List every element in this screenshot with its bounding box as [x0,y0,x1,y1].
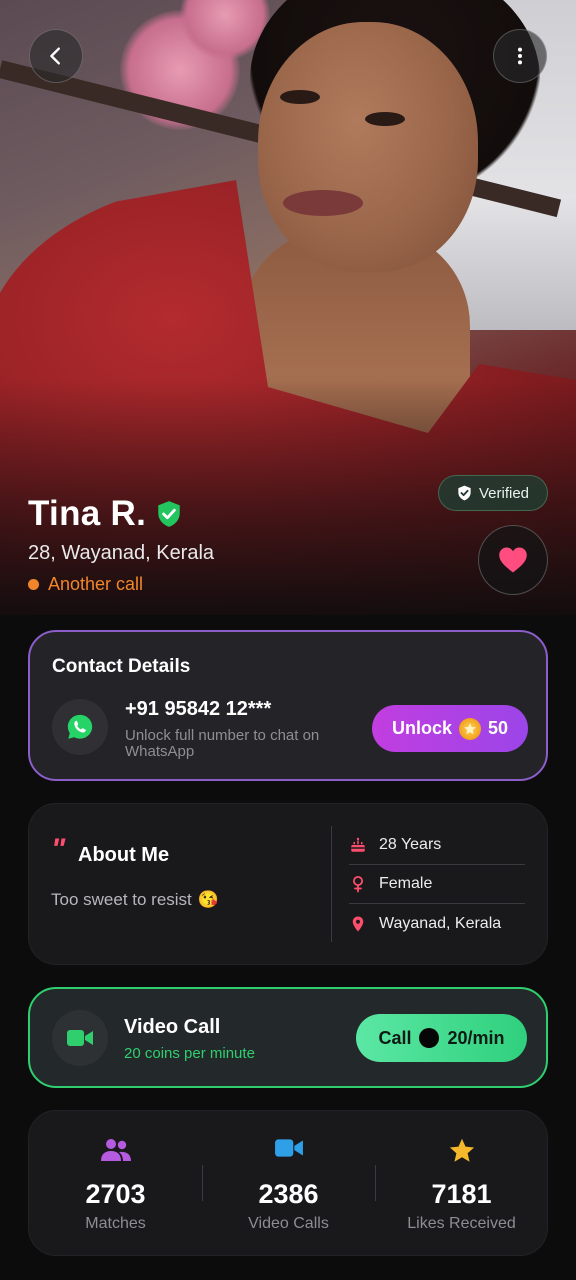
about-me-text: Too sweet to resist 😘 [51,890,219,910]
female-icon [352,875,364,893]
unlock-button[interactable]: Unlock 50 [372,705,528,752]
cake-icon [351,837,365,852]
fact-age-label: 28 Years [379,836,442,853]
likes-label: Likes Received [407,1215,516,1232]
contact-details-card: Contact Details +91 95842 12*** Unlock f… [28,630,548,781]
name-row: Tina R. [28,494,182,534]
whatsapp-icon-badge [52,699,108,755]
verified-shield-icon [158,501,180,527]
contact-details-title: Contact Details [52,656,191,677]
back-button[interactable] [29,29,83,83]
about-divider [331,826,332,942]
video-call-rate-hint: 20 coins per minute [124,1045,255,1062]
heart-icon [499,547,527,573]
unlock-hint: Unlock full number to chat on WhatsApp [125,727,320,760]
more-options-button[interactable] [493,29,547,83]
coin-icon [419,1028,440,1048]
shield-check-icon [458,485,471,501]
profile-meta: 28, Wayanad, Kerala [28,542,215,564]
kiss-emoji: 😘 [197,890,219,909]
star-icon [449,1138,474,1162]
fact-location-label: Wayanad, Kerala [379,914,502,932]
status-dot [28,579,39,590]
fact-location: Wayanad, Kerala [349,904,525,943]
stat-likes-received: 7181 Likes Received [375,1111,548,1257]
verified-label: Verified [478,484,530,502]
stats-card: 2703 Matches 2386 Video Calls 7181 Likes… [28,1110,548,1256]
stat-video-calls: 2386 Video Calls [202,1111,375,1257]
likes-count: 7181 [431,1179,492,1209]
about-me-title: About Me [78,844,170,866]
availability-status: Another call [28,574,143,595]
profile-name: Tina R. [28,494,147,533]
location-pin-icon [352,916,364,931]
video-calls-label: Video Calls [248,1215,329,1232]
unlock-label: Unlock [391,718,452,738]
fact-gender: Female [349,865,525,904]
unlock-cost: 50 [487,718,509,738]
chevron-left-icon [50,47,60,65]
status-text: Another call [48,574,144,594]
quote-icon: " [51,833,66,866]
video-icon-badge [52,1010,108,1066]
fact-gender-label: Female [379,875,433,892]
masked-phone-number: +91 95842 12*** [125,698,272,720]
people-icon [100,1139,131,1161]
video-call-card: Video Call 20 coins per minute Call 20/m… [28,987,548,1088]
more-vertical-icon [517,47,523,65]
matches-label: Matches [85,1215,146,1232]
video-camera-icon [67,1030,93,1046]
video-camera-icon [274,1139,303,1157]
verified-badge: Verified [438,475,548,511]
video-call-title: Video Call [124,1016,221,1038]
call-label: Call [378,1027,412,1048]
fact-age: 28 Years [349,826,525,865]
call-button[interactable]: Call 20/min [356,1014,527,1062]
coin-icon [458,717,481,740]
like-button[interactable] [478,525,548,595]
matches-count: 2703 [85,1179,146,1209]
about-me-card: " About Me Too sweet to resist 😘 28 Year… [28,803,548,965]
whatsapp-icon [67,714,93,739]
call-rate: 20/min [447,1027,505,1048]
stat-matches: 2703 Matches [29,1111,202,1257]
bio-text: Too sweet to resist [51,890,192,909]
video-calls-count: 2386 [258,1179,319,1209]
